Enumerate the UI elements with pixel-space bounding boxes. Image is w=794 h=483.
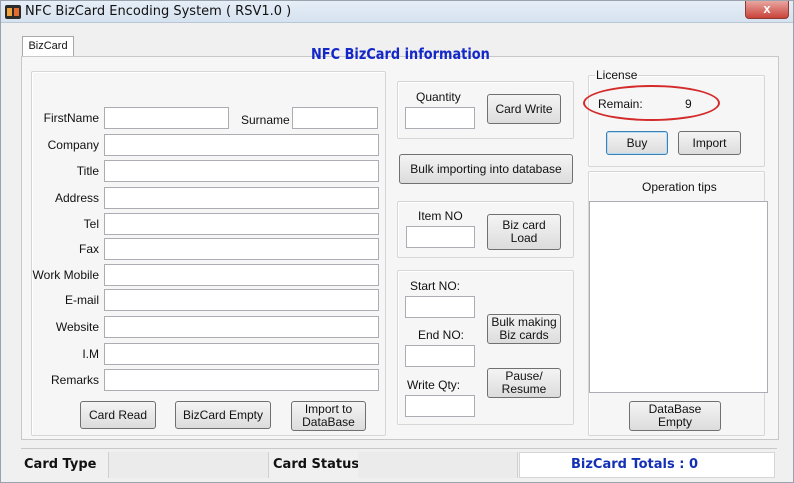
database-empty-button[interactable]: DataBase Empty xyxy=(629,401,721,431)
website-label: Website xyxy=(55,320,99,334)
bulk-making-button[interactable]: Bulk making Biz cards xyxy=(487,314,561,344)
operation-tips-label: Operation tips xyxy=(642,180,717,194)
remain-highlight-circle xyxy=(583,85,720,121)
start-no-input[interactable] xyxy=(405,296,475,318)
quantity-input[interactable] xyxy=(405,107,475,129)
bulk-making-label-2: Biz cards xyxy=(499,328,549,342)
status-bar: Card Type Card Status BizCard Totals : 0 xyxy=(21,448,777,478)
tel-input[interactable] xyxy=(104,213,379,235)
card-write-button[interactable]: Card Write xyxy=(487,94,561,124)
write-qty-label: Write Qty: xyxy=(407,378,461,392)
pause-label-2: Resume xyxy=(501,382,547,396)
bulk-import-button[interactable]: Bulk importing into database xyxy=(399,154,573,184)
address-input[interactable] xyxy=(104,187,379,209)
write-qty-input[interactable] xyxy=(405,395,475,417)
biz-card-load-button[interactable]: Biz card Load xyxy=(487,214,561,250)
end-no-label: End NO: xyxy=(418,328,465,342)
remarks-label: Remarks xyxy=(50,373,99,387)
email-input[interactable] xyxy=(104,289,379,311)
item-no-label: Item NO xyxy=(418,209,463,223)
import-to-database-button[interactable]: Import to DataBase xyxy=(291,401,366,431)
company-label: Company xyxy=(47,138,99,152)
license-legend: License xyxy=(595,68,639,82)
surname-input[interactable] xyxy=(292,107,378,129)
buy-button[interactable]: Buy xyxy=(606,131,668,155)
website-input[interactable] xyxy=(104,316,379,338)
app-logo-icon xyxy=(5,5,21,19)
card-read-button[interactable]: Card Read xyxy=(80,401,156,429)
address-label: Address xyxy=(54,191,99,205)
title-label: Title xyxy=(76,164,99,178)
status-cell-empty xyxy=(109,452,269,478)
start-no-label: Start NO: xyxy=(410,279,461,293)
work-mobile-label: Work Mobile xyxy=(32,268,99,282)
pause-resume-button[interactable]: Pause/ Resume xyxy=(487,368,561,398)
firstname-label: FirstName xyxy=(43,111,99,125)
fax-input[interactable] xyxy=(104,238,379,260)
fax-label: Fax xyxy=(78,242,99,256)
remarks-input[interactable] xyxy=(104,369,379,391)
surname-label: Surname xyxy=(241,113,290,127)
email-label: E-mail xyxy=(64,293,99,307)
tab-bizcard[interactable]: BizCard xyxy=(22,36,74,56)
card-status-label: Card Status xyxy=(273,457,360,472)
bizcard-empty-button[interactable]: BizCard Empty xyxy=(175,401,271,429)
end-no-input[interactable] xyxy=(405,345,475,367)
app-window: NFC BizCard Encoding System ( RSV1.0 ) x… xyxy=(0,0,794,483)
import-to-database-label-2: DataBase xyxy=(302,415,355,429)
im-label: I.M xyxy=(82,347,99,361)
im-input[interactable] xyxy=(104,343,379,365)
work-mobile-input[interactable] xyxy=(104,264,379,286)
firstname-input[interactable] xyxy=(104,107,229,129)
import-button[interactable]: Import xyxy=(678,131,741,155)
close-button[interactable]: x xyxy=(745,1,789,19)
item-no-input[interactable] xyxy=(406,226,475,248)
page-title: NFC BizCard information xyxy=(311,45,490,63)
quantity-label: Quantity xyxy=(416,90,461,104)
title-input[interactable] xyxy=(104,160,379,182)
title-bar: NFC BizCard Encoding System ( RSV1.0 ) x xyxy=(1,1,793,23)
tel-label: Tel xyxy=(83,217,99,231)
company-input[interactable] xyxy=(104,134,379,156)
operation-tips-textarea[interactable] xyxy=(589,201,768,393)
window-title: NFC BizCard Encoding System ( RSV1.0 ) xyxy=(25,4,292,19)
card-type-label: Card Type xyxy=(24,457,97,472)
bizcard-totals: BizCard Totals : 0 xyxy=(571,457,699,472)
status-cell-status-value xyxy=(358,452,518,478)
